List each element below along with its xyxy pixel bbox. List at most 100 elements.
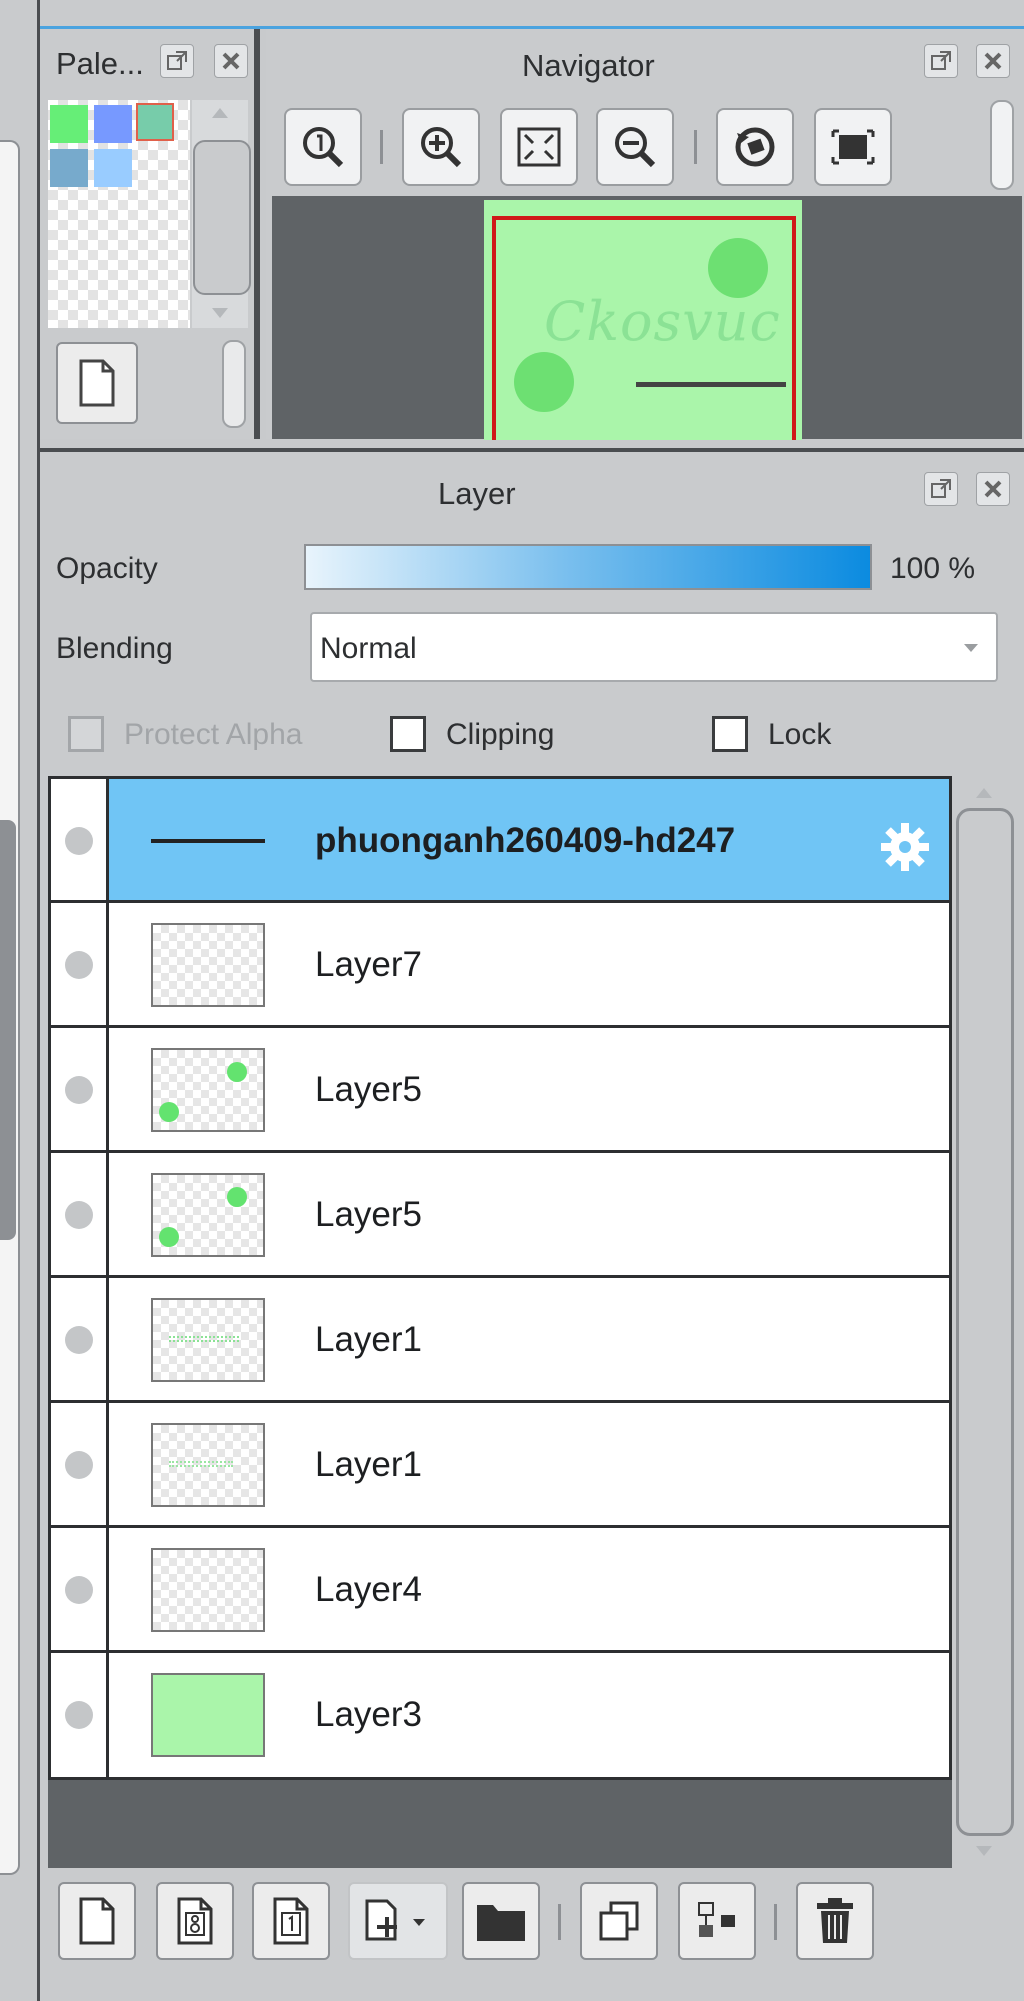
new-1bit-layer-button[interactable] [252, 1882, 330, 1960]
navigator-undock-button[interactable] [924, 44, 958, 78]
palette-swatch[interactable] [50, 149, 88, 187]
toolbar-separator [694, 130, 697, 164]
palette-scrollbar-thumb[interactable] [193, 140, 251, 295]
new-layer-button[interactable] [58, 1882, 136, 1960]
visibility-dot-icon[interactable] [65, 1576, 93, 1604]
layer-visibility-cell[interactable] [51, 1153, 109, 1275]
visibility-dot-icon[interactable] [65, 951, 93, 979]
add-layer-dropdown-button[interactable] [348, 1882, 448, 1960]
fit-canvas-button[interactable] [814, 108, 892, 186]
opacity-label: Opacity [56, 552, 158, 585]
zoom-out-button[interactable] [596, 108, 674, 186]
layer-thumbnail-strip [151, 839, 265, 843]
layer-visibility-cell[interactable] [51, 779, 109, 900]
scroll-up-arrow-icon[interactable] [212, 108, 228, 118]
layer-thumbnail [151, 1423, 265, 1507]
layer-visibility-cell[interactable] [51, 1653, 109, 1777]
layer-row[interactable]: Layer7 [51, 903, 949, 1028]
delete-layer-button[interactable] [796, 1882, 874, 1960]
layer-thumbnail [151, 1548, 265, 1632]
layer-row[interactable]: Layer5 [51, 1028, 949, 1153]
layer-list-empty-area[interactable] [48, 1780, 952, 1868]
new-folder-button[interactable] [462, 1882, 540, 1960]
layer-visibility-cell[interactable] [51, 903, 109, 1025]
layer-name: phuonganh260409-hd247 [315, 821, 736, 860]
layer-visibility-cell[interactable] [51, 1528, 109, 1650]
palette-swatch-selected[interactable] [136, 103, 174, 141]
zoom-in-button[interactable] [402, 108, 480, 186]
navigator-scrollbar[interactable] [990, 100, 1014, 190]
new-8bit-layer-icon [177, 1897, 213, 1945]
duplicate-icon [599, 1901, 639, 1941]
new-8bit-layer-button[interactable] [156, 1882, 234, 1960]
opacity-slider[interactable] [304, 544, 872, 590]
left-dock-scrollbar[interactable] [0, 820, 16, 1240]
layer-name: Layer1 [315, 1320, 423, 1359]
thumbnail-lettering [169, 1461, 233, 1467]
visibility-dot-icon[interactable] [65, 1701, 93, 1729]
scroll-up-arrow-icon[interactable] [976, 788, 992, 798]
undock-icon [931, 479, 951, 498]
layer-scrollbar-thumb[interactable] [956, 808, 1014, 1836]
layer-row[interactable]: Layer3 [51, 1653, 949, 1777]
layer-thumbnail [151, 1298, 265, 1382]
layer-row[interactable]: Layer1 [51, 1278, 949, 1403]
fit-to-window-button[interactable] [500, 108, 578, 186]
navigator-close-button[interactable] [976, 44, 1010, 78]
thumbnail-circle [708, 238, 768, 298]
layer-row[interactable]: Layer4 [51, 1528, 949, 1653]
layer-visibility-cell[interactable] [51, 1028, 109, 1150]
rotate-reset-icon [735, 127, 775, 167]
layer-row[interactable]: Layer1 [51, 1403, 949, 1528]
palette-swatch[interactable] [94, 105, 132, 143]
thumbnail-lettering: Ckosvuc [544, 290, 781, 353]
protect-alpha-checkbox[interactable] [68, 716, 104, 752]
palette-close-button[interactable] [214, 44, 248, 78]
reset-rotation-button[interactable] [716, 108, 794, 186]
thumbnail-dot [159, 1227, 179, 1247]
close-icon [984, 480, 1002, 498]
gear-icon[interactable] [877, 819, 933, 875]
toolbar-separator [380, 130, 383, 164]
layer-name: Layer4 [315, 1570, 423, 1609]
visibility-dot-icon[interactable] [65, 1451, 93, 1479]
layer-visibility-cell[interactable] [51, 1278, 109, 1400]
layer-name: Layer3 [315, 1695, 423, 1734]
layer-close-button[interactable] [976, 472, 1010, 506]
visibility-dot-icon[interactable] [65, 1076, 93, 1104]
visibility-dot-icon[interactable] [65, 1326, 93, 1354]
merge-down-button[interactable] [678, 1882, 756, 1960]
fit-screen-icon [517, 127, 561, 167]
protect-alpha-label: Protect Alpha [124, 718, 303, 751]
thumbnail-circle [514, 352, 574, 412]
palette-new-button[interactable] [56, 342, 138, 424]
layer-name: Layer1 [315, 1445, 423, 1484]
layer-row[interactable]: Layer5 [51, 1153, 949, 1278]
visibility-dot-icon[interactable] [65, 827, 93, 855]
thumbnail-lettering [169, 1336, 239, 1342]
layer-visibility-cell[interactable] [51, 1403, 109, 1525]
layer-undock-button[interactable] [924, 472, 958, 506]
visibility-dot-icon[interactable] [65, 1201, 93, 1229]
scroll-down-arrow-icon[interactable] [976, 1846, 992, 1856]
palette-swatch[interactable] [50, 105, 88, 143]
scroll-down-arrow-icon[interactable] [212, 308, 228, 318]
palette-bottom-scrollbar[interactable] [222, 340, 246, 428]
clipping-checkbox[interactable] [390, 716, 426, 752]
trash-icon [817, 1898, 853, 1943]
toolbar-separator [558, 1904, 561, 1940]
canvas-frame-icon [831, 129, 875, 165]
lock-checkbox[interactable] [712, 716, 748, 752]
close-icon [222, 52, 240, 70]
palette-swatch[interactable] [94, 149, 132, 187]
zoom-actual-size-button[interactable] [284, 108, 362, 186]
blending-label: Blending [56, 632, 173, 665]
blending-select[interactable]: Normal [310, 612, 998, 682]
zoom-one-icon [303, 127, 344, 168]
palette-undock-button[interactable] [160, 44, 194, 78]
thumbnail-small-text [636, 382, 786, 387]
lock-label: Lock [768, 718, 832, 751]
layer-row-selected[interactable]: phuonganh260409-hd247 [51, 779, 949, 903]
duplicate-layer-button[interactable] [580, 1882, 658, 1960]
layer-thumbnail [151, 1048, 265, 1132]
